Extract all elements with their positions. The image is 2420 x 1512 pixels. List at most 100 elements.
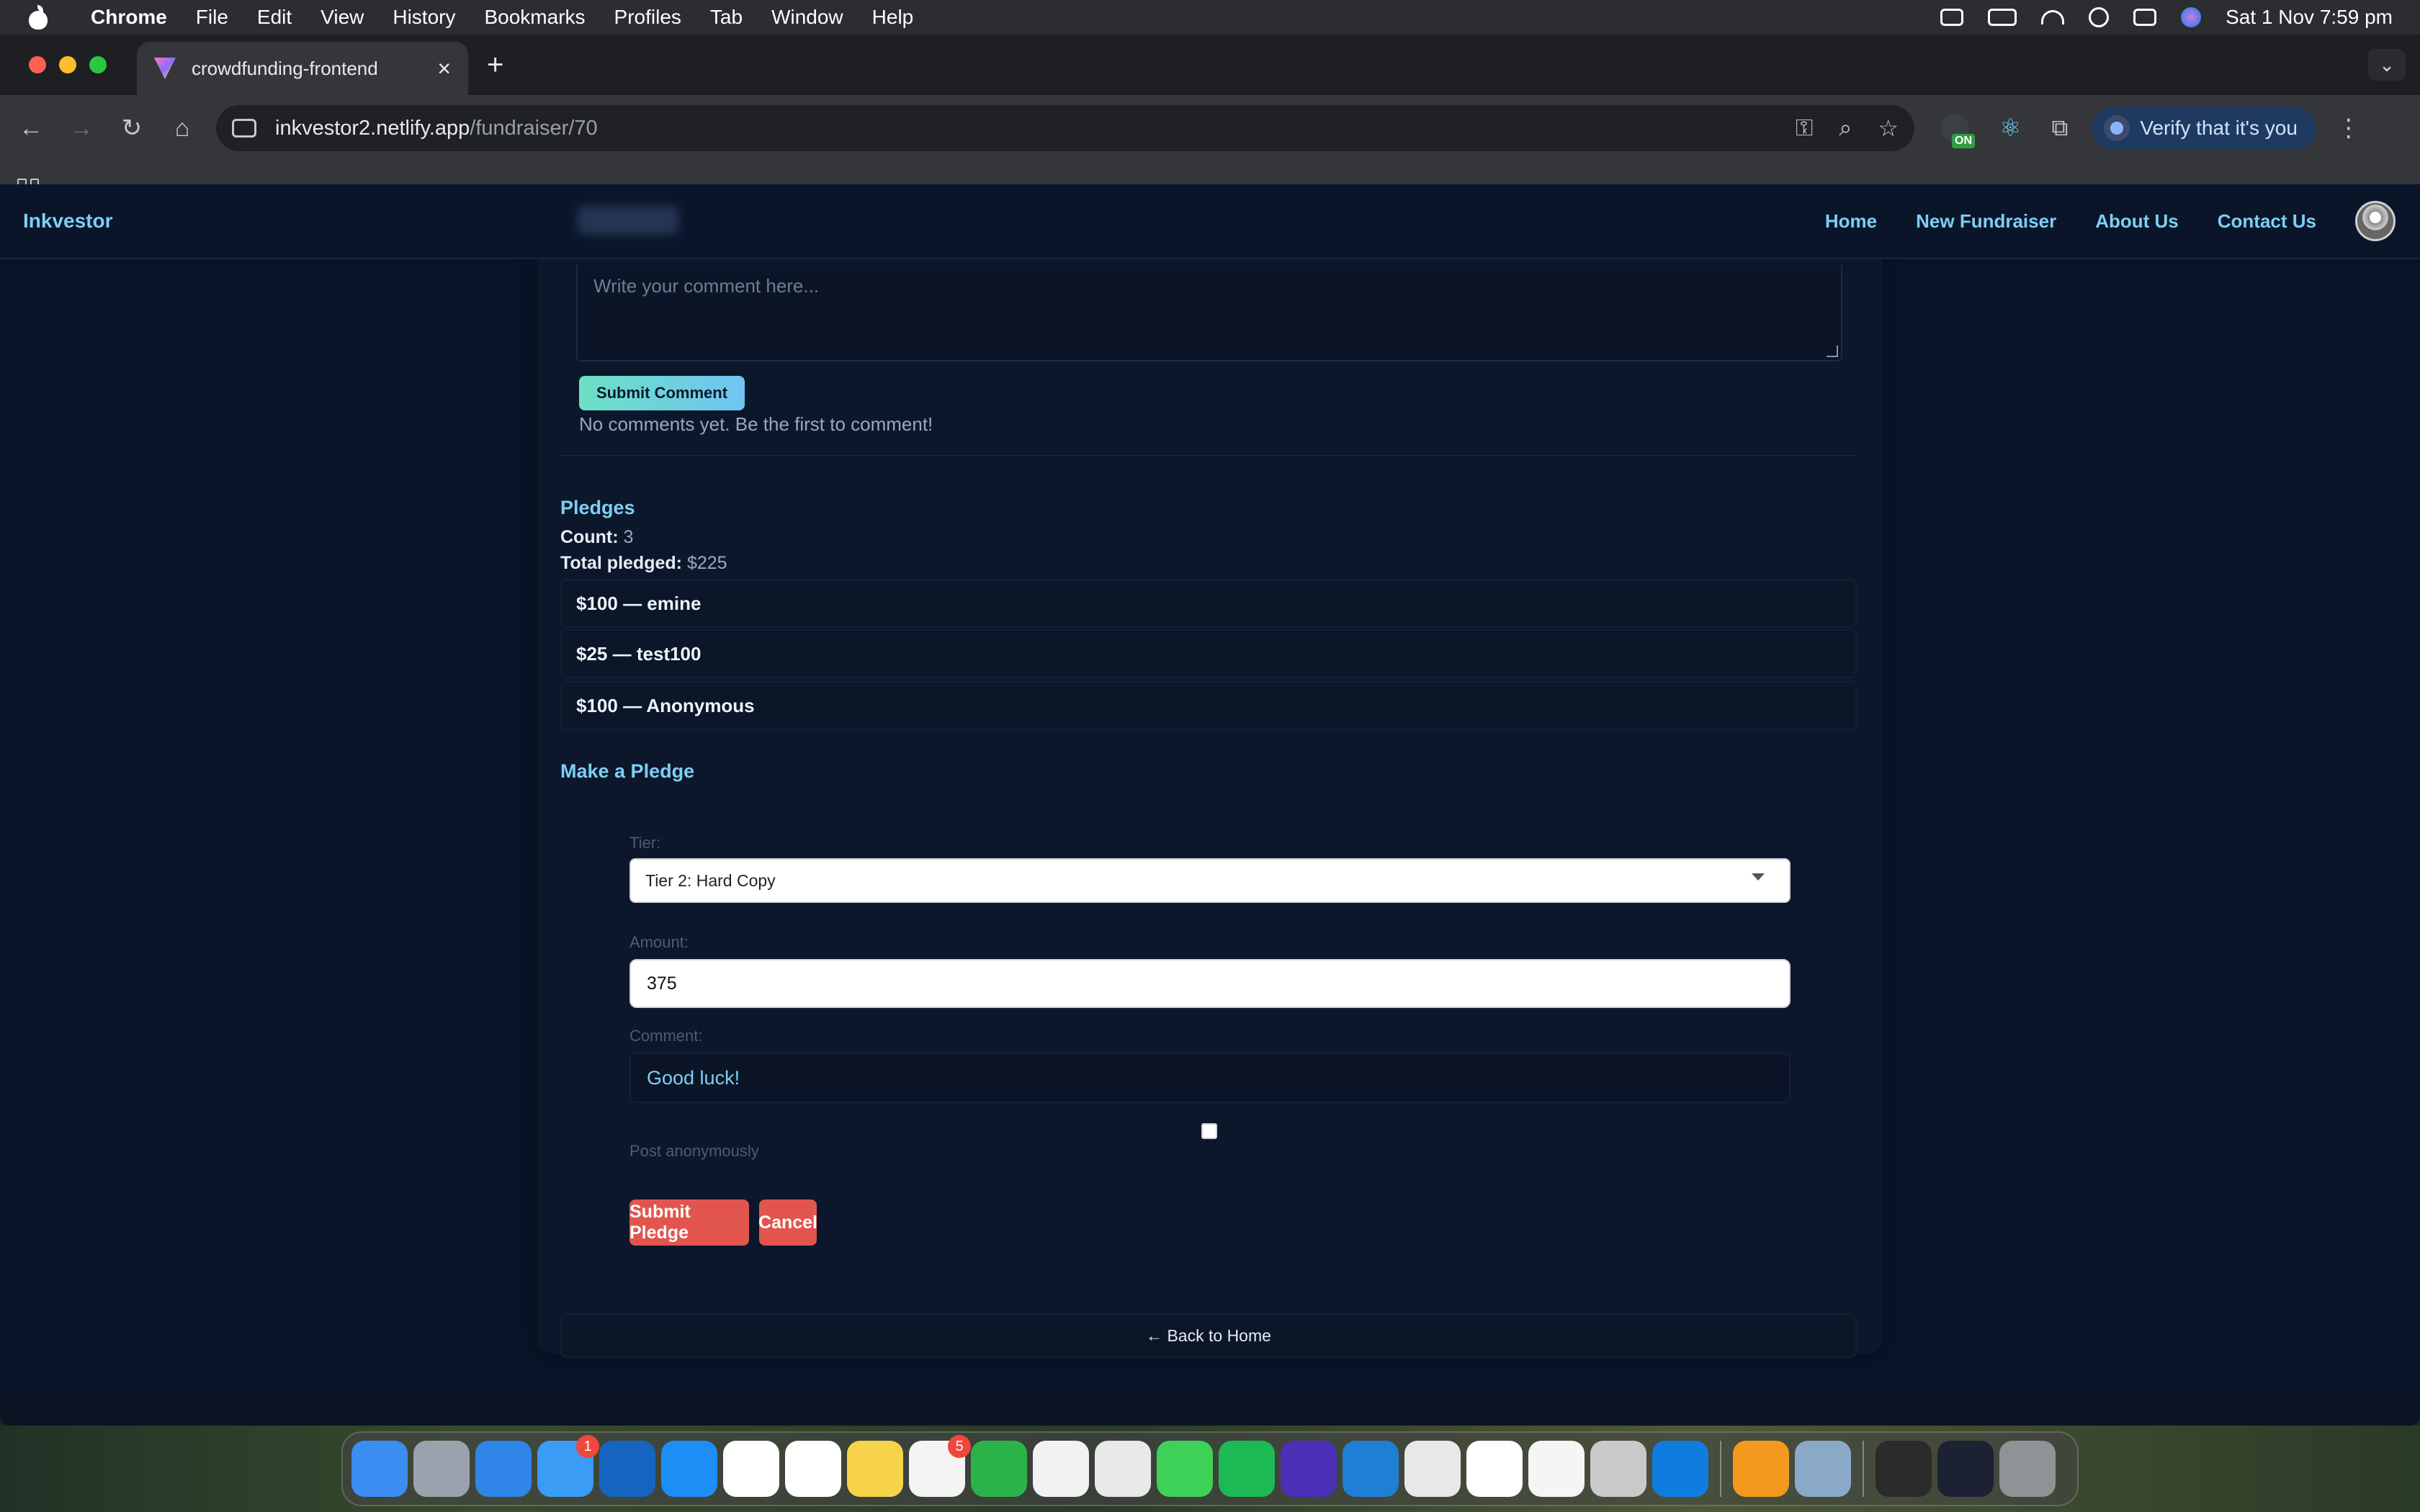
window-stack-2-icon[interactable] [1937, 1441, 1994, 1497]
menu-profiles[interactable]: Profiles [600, 6, 696, 29]
amount-value: 375 [647, 973, 677, 994]
calendar-icon[interactable] [785, 1441, 841, 1497]
orion-icon[interactable] [1281, 1441, 1337, 1497]
minimize-window-button[interactable] [59, 56, 76, 73]
preview-icon[interactable] [1795, 1441, 1851, 1497]
comment-textarea[interactable]: Write your comment here... [576, 265, 1842, 361]
pages-icon[interactable] [1733, 1441, 1789, 1497]
close-window-button[interactable] [29, 56, 46, 73]
new-tab-icon[interactable]: + [487, 49, 503, 81]
back-arrow-icon[interactable]: ← [10, 107, 52, 149]
chevron-down-icon [1752, 873, 1765, 881]
home-icon[interactable]: ⌂ [161, 107, 203, 149]
macos-dock: 15 [341, 1431, 2079, 1506]
display-icon[interactable] [1940, 9, 1964, 26]
simulator-icon[interactable] [1590, 1441, 1646, 1497]
menu-app-name[interactable]: Chrome [76, 6, 182, 29]
siri-icon[interactable] [2181, 7, 2202, 27]
reminders-icon[interactable]: 5 [909, 1435, 971, 1497]
site-brand[interactable]: Inkvestor [23, 210, 113, 233]
url-host: inkvestor2.netlify.app [275, 116, 470, 140]
window-stack-1-icon[interactable] [1876, 1441, 1932, 1497]
avatar[interactable] [2355, 201, 2396, 241]
notion-icon[interactable] [723, 1441, 779, 1497]
menu-history[interactable]: History [378, 6, 470, 29]
wifi-icon[interactable] [2041, 10, 2065, 24]
outlook-icon[interactable] [599, 1441, 655, 1497]
password-key-icon[interactable]: ⚿ [1796, 114, 1813, 142]
windows-app-icon[interactable] [1652, 1441, 1708, 1497]
blurred-heading [578, 206, 678, 235]
zoom-window-button[interactable] [89, 56, 107, 73]
no-comments-message: No comments yet. Be the first to comment… [579, 413, 933, 435]
nav-new-fundraiser[interactable]: New Fundraiser [1916, 210, 2056, 233]
numbers-icon[interactable] [971, 1441, 1027, 1497]
extension-on-icon[interactable]: ON [1940, 114, 1975, 148]
slack-icon[interactable] [1466, 1441, 1523, 1497]
trash-icon[interactable] [1999, 1441, 2056, 1497]
finder-icon[interactable] [351, 1441, 408, 1497]
forward-arrow-icon[interactable]: → [60, 107, 102, 149]
menu-bookmarks[interactable]: Bookmarks [470, 6, 599, 29]
scope-icon[interactable] [1404, 1441, 1461, 1497]
messages-icon[interactable] [1157, 1441, 1213, 1497]
launchpad-icon[interactable] [413, 1441, 470, 1497]
menubar-status: Sat 1 Nov 7:59 pm [1940, 6, 2393, 29]
google-drive-icon[interactable] [1528, 1441, 1585, 1497]
app-store-icon[interactable] [661, 1441, 717, 1497]
omnibox-actions: ⚿ ⌕ ☆ [1796, 114, 1899, 142]
menu-view[interactable]: View [306, 6, 378, 29]
safari-icon[interactable] [475, 1441, 532, 1497]
amount-label: Amount: [629, 933, 689, 951]
vscode-icon[interactable] [1343, 1441, 1399, 1497]
active-tab[interactable]: crowdfunding-frontend × [137, 42, 468, 95]
list-item: $25 — test100 [560, 629, 1857, 678]
menu-file[interactable]: File [182, 6, 243, 29]
menu-edit[interactable]: Edit [243, 6, 306, 29]
nav-contact-us[interactable]: Contact Us [2218, 210, 2316, 233]
amount-input[interactable]: 375 [629, 959, 1791, 1008]
spotlight-search-icon[interactable] [2089, 7, 2110, 27]
comment-label: Comment: [629, 1027, 703, 1045]
apple-menu-icon[interactable] [27, 5, 49, 30]
submit-pledge-button[interactable]: Submit Pledge [629, 1200, 749, 1246]
tier-selected-value: Tier 2: Hard Copy [645, 870, 776, 890]
react-devtools-icon[interactable]: ⚛ [1999, 114, 2021, 143]
reload-icon[interactable]: ↻ [111, 107, 153, 149]
chrome-menu-icon[interactable]: ⋮ [2336, 114, 2361, 143]
menubar-clock[interactable]: Sat 1 Nov 7:59 pm [2226, 6, 2393, 29]
site-info-icon[interactable] [232, 119, 256, 138]
make-pledge-title: Make a Pledge [560, 760, 695, 782]
verify-label: Verify that it's you [2140, 117, 2298, 139]
photos-icon[interactable] [1033, 1441, 1089, 1497]
anonymous-checkbox[interactable] [1201, 1123, 1217, 1139]
menu-tab[interactable]: Tab [696, 6, 757, 29]
battery-icon[interactable] [1988, 9, 2017, 26]
notes-icon[interactable] [847, 1441, 903, 1497]
spotify-icon[interactable] [1219, 1441, 1275, 1497]
comment-placeholder: Write your comment here... [593, 275, 820, 297]
close-tab-icon[interactable]: × [437, 55, 451, 82]
menu-window[interactable]: Window [757, 6, 858, 29]
pledge-count-value: 3 [623, 527, 634, 547]
cancel-button[interactable]: Cancel [758, 1200, 817, 1246]
tier-select[interactable]: Tier 2: Hard Copy [629, 858, 1791, 903]
pledge-comment-input[interactable]: Good luck! [629, 1053, 1791, 1103]
bookmark-star-icon[interactable]: ☆ [1878, 114, 1899, 142]
zoom-icon[interactable]: ⌕ [1839, 114, 1852, 142]
dock-separator [1720, 1441, 1721, 1497]
submit-comment-button[interactable]: Submit Comment [579, 376, 745, 410]
menu-help[interactable]: Help [858, 6, 928, 29]
verify-identity-button[interactable]: Verify that it's you [2092, 107, 2316, 150]
chrome-icon[interactable] [1095, 1441, 1151, 1497]
back-to-home-button[interactable]: ← Back to Home [560, 1313, 1857, 1358]
control-center-icon[interactable] [2133, 9, 2157, 26]
pledge-total-value: $225 [686, 553, 727, 573]
address-bar[interactable]: inkvestor2.netlify.app/fundraiser/70 ⚿ ⌕… [216, 105, 1914, 151]
pledge-comment-value: Good luck! [647, 1066, 740, 1089]
nav-home[interactable]: Home [1825, 210, 1877, 233]
extensions-puzzle-icon[interactable]: ⧉ [2051, 114, 2068, 142]
tab-search-chevron-icon[interactable]: ⌄ [2368, 49, 2406, 81]
mail-icon[interactable]: 1 [537, 1435, 599, 1497]
nav-about-us[interactable]: About Us [2095, 210, 2179, 233]
